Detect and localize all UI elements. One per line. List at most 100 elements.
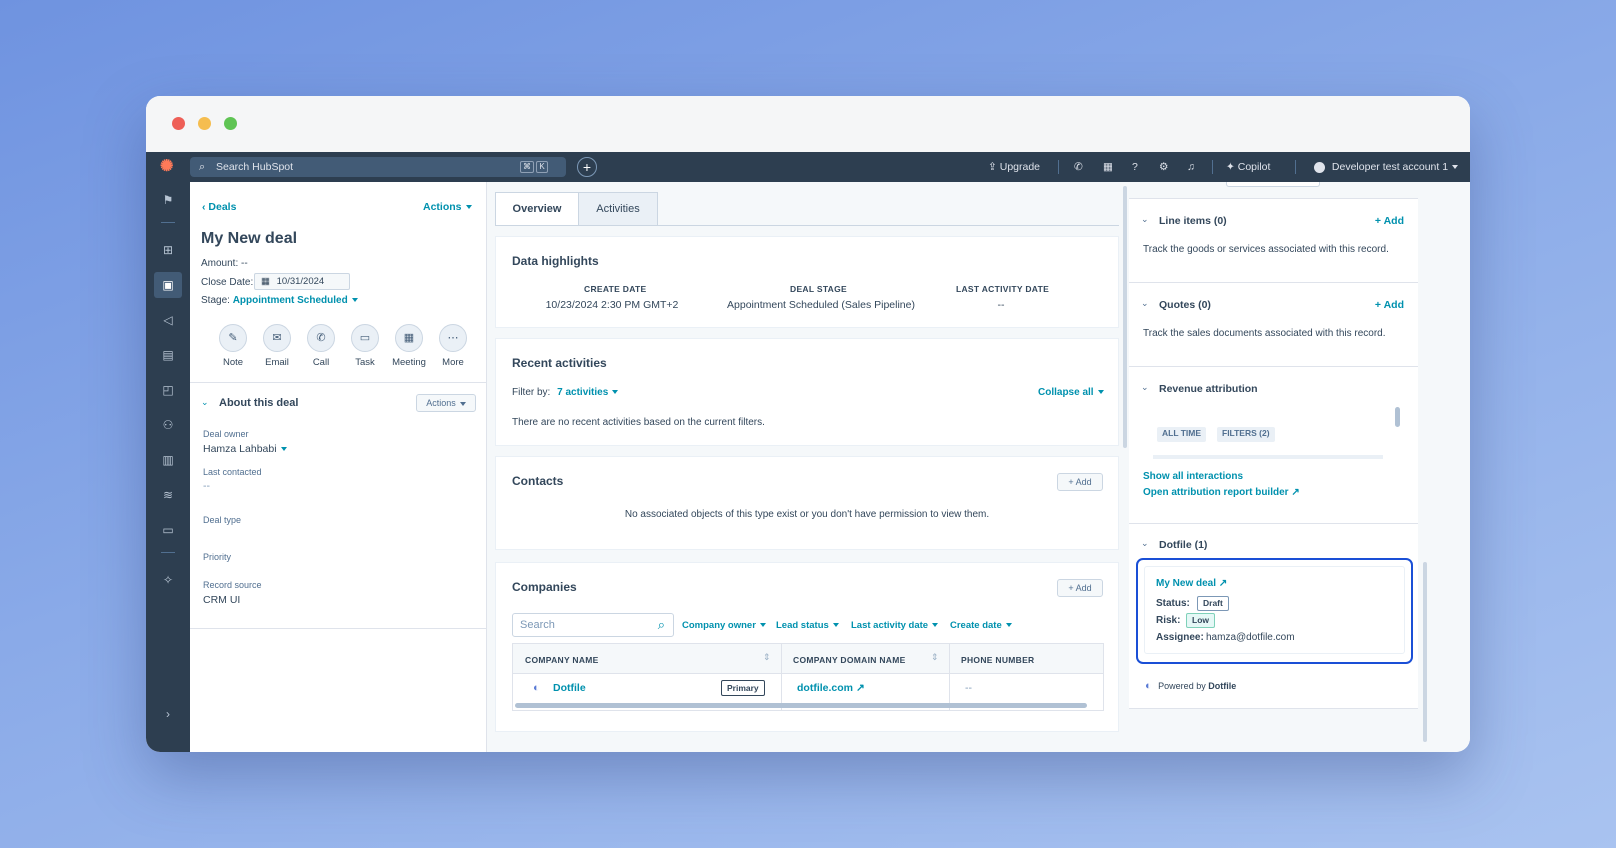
revenue-attribution-title[interactable]: Revenue attribution [1159, 383, 1258, 395]
settings-gear-icon[interactable]: ⚙ [1159, 152, 1168, 182]
email-button[interactable]: ✉ [263, 324, 291, 352]
meeting-button[interactable]: ▦ [395, 324, 423, 352]
help-icon[interactable]: ? [1132, 152, 1138, 182]
account-menu[interactable]: Developer test account 1 [1314, 152, 1459, 182]
copilot-label: Copilot [1237, 161, 1271, 173]
chevron-down-icon[interactable]: ⌄ [1141, 214, 1149, 225]
phone-number-header[interactable]: PHONE NUMBER [961, 655, 1035, 665]
dotfile-highlight-frame: My New deal ↗ Status: Draft Risk: Low As… [1136, 558, 1413, 664]
add-company-button[interactable]: + Add [1057, 579, 1103, 597]
company-name-header[interactable]: COMPANY NAME [525, 655, 599, 665]
add-line-item-button[interactable]: + Add [1375, 215, 1404, 227]
show-all-interactions-link[interactable]: Show all interactions [1143, 471, 1243, 482]
minimize-window-button[interactable] [198, 117, 211, 130]
commerce-icon[interactable]: ◰ [158, 380, 178, 400]
add-quote-button[interactable]: + Add [1375, 299, 1404, 311]
filters-tag[interactable]: FILTERS (2) [1217, 427, 1275, 442]
companies-search-input[interactable]: Search ⌕ [512, 613, 674, 637]
bookmark-icon[interactable]: ⚑ [158, 190, 178, 210]
about-section-title[interactable]: About this deal [219, 397, 298, 409]
company-owner-filter[interactable]: Company owner [682, 620, 766, 631]
center-scrollbar[interactable] [1123, 186, 1127, 448]
company-name-link[interactable]: Dotfile [553, 682, 586, 694]
chevron-down-icon[interactable]: ⌄ [1141, 298, 1149, 309]
meeting-label: Meeting [392, 357, 426, 368]
phone-icon[interactable]: ✆ [1074, 152, 1083, 182]
external-link-icon: ↗ [855, 682, 865, 694]
dotfile-deal-link[interactable]: My New deal ↗ [1156, 578, 1227, 589]
sort-icon[interactable]: ⇕ [763, 652, 771, 663]
right-scrollbar[interactable] [1423, 562, 1427, 742]
collapse-all-button[interactable]: Collapse all [1038, 387, 1104, 398]
record-actions-button[interactable]: Actions [423, 201, 472, 213]
company-domain-link[interactable]: dotfile.com ↗ [797, 682, 865, 694]
about-actions-button[interactable]: Actions [416, 394, 476, 412]
dotfile-title[interactable]: Dotfile (1) [1159, 539, 1207, 551]
close-date-field[interactable]: ▦ 10/31/2024 [254, 273, 350, 290]
data-management-icon[interactable]: ≋ [158, 485, 178, 505]
sort-icon[interactable]: ⇕ [931, 652, 939, 663]
marketing-icon[interactable]: ◁ [158, 310, 178, 330]
library-folder-icon[interactable]: ▭ [158, 520, 178, 540]
copilot-button[interactable]: ✦ Copilot [1226, 152, 1270, 182]
all-time-tag[interactable]: ALL TIME [1157, 427, 1207, 442]
company-domain-header[interactable]: COMPANY DOMAIN NAME [793, 655, 906, 665]
note-button[interactable]: ✎ [219, 324, 247, 352]
create-plus-button[interactable]: + [577, 157, 597, 177]
truncated-button[interactable] [1226, 182, 1320, 187]
stage-row: Stage: Appointment Scheduled [201, 295, 358, 306]
task-button[interactable]: ▭ [351, 324, 379, 352]
upgrade-button[interactable]: ⇪ Upgrade [988, 152, 1040, 182]
close-window-button[interactable] [172, 117, 185, 130]
last-contacted-value[interactable]: -- [203, 480, 210, 492]
chevron-down-icon[interactable]: ⌄ [201, 397, 209, 408]
chevron-down-icon[interactable]: ⌄ [1141, 382, 1149, 393]
tab-overview[interactable]: Overview [495, 192, 579, 226]
filter-label: Create date [950, 620, 1002, 631]
crm-icon[interactable]: ▣ [154, 272, 182, 298]
quotes-title[interactable]: Quotes (0) [1159, 299, 1211, 311]
hubspot-logo-icon[interactable]: ✺ [160, 158, 178, 176]
more-button[interactable]: ⋯ [439, 324, 467, 352]
call-button[interactable]: ✆ [307, 324, 335, 352]
create-date-filter[interactable]: Create date [950, 620, 1012, 631]
back-to-deals-link[interactable]: ‹ Deals [202, 201, 236, 213]
reporting-icon[interactable]: ▥ [158, 450, 178, 470]
deal-stage-header: DEAL STAGE [790, 284, 847, 294]
expand-rail-icon[interactable]: › [158, 704, 178, 724]
record-source-label: Record source [203, 580, 262, 590]
right-sidebar: ⌄ Line items (0) + Add Track the goods o… [1129, 182, 1470, 752]
line-items-title[interactable]: Line items (0) [1159, 215, 1227, 227]
chevron-down-icon[interactable]: ⌄ [1141, 538, 1149, 549]
search-input[interactable]: ⌕ Search HubSpot ⌘ K [190, 157, 566, 177]
lead-status-filter[interactable]: Lead status [776, 620, 839, 631]
workspaces-icon[interactable]: ⊞ [158, 240, 178, 260]
chevron-down-icon [459, 401, 466, 406]
content-icon[interactable]: ▤ [158, 345, 178, 365]
search-icon[interactable]: ⌕ [658, 614, 665, 636]
maximize-window-button[interactable] [224, 117, 237, 130]
companies-table: COMPANY NAME ⇕ COMPANY DOMAIN NAME ⇕ PHO… [512, 643, 1104, 711]
external-link-icon: ↗ [1218, 578, 1228, 589]
deal-type-label: Deal type [203, 515, 242, 525]
horizontal-scrollbar[interactable] [515, 703, 1087, 708]
add-contact-button[interactable]: + Add [1057, 473, 1103, 491]
notifications-bell-icon[interactable]: ♫ [1187, 152, 1195, 182]
marketplace-icon[interactable]: ▦ [1103, 152, 1113, 182]
more-dots-icon: ⋯ [447, 332, 459, 344]
breeze-icon[interactable]: ✧ [158, 570, 178, 590]
amount-value[interactable]: -- [241, 258, 248, 269]
open-attribution-report-link[interactable]: Open attribution report builder ↗ [1143, 487, 1300, 498]
last-activity-date-filter[interactable]: Last activity date [851, 620, 939, 631]
tab-activities[interactable]: Activities [578, 192, 658, 226]
automation-icon[interactable]: ⚇ [158, 415, 178, 435]
tabs-underline [495, 225, 1119, 226]
activities-filter-dropdown[interactable]: 7 activities [557, 387, 619, 398]
frame-scrollbar[interactable] [1395, 407, 1400, 427]
deal-owner-value[interactable]: Hamza Lahbabi [203, 443, 287, 455]
stage-dropdown[interactable]: Appointment Scheduled [233, 295, 358, 306]
recent-activities-card: Recent activities Filter by: 7 activitie… [495, 338, 1119, 446]
call-label: Call [312, 357, 330, 368]
record-source-value[interactable]: CRM UI [203, 594, 240, 606]
search-placeholder: Search HubSpot [216, 161, 294, 173]
